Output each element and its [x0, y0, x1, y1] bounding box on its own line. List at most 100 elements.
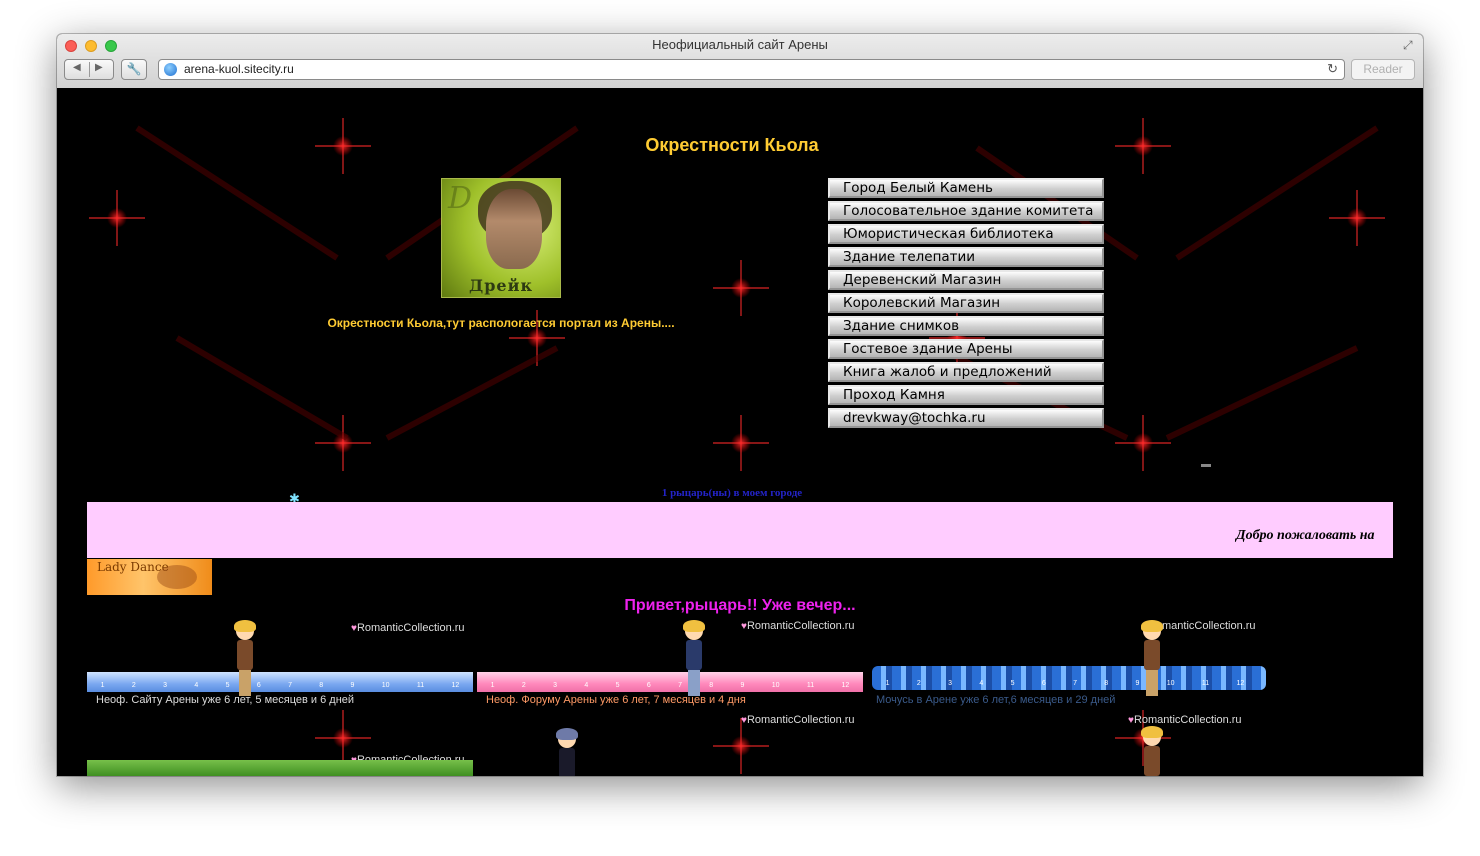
ruler-number: 10	[1166, 680, 1175, 687]
background-streak	[385, 345, 559, 441]
ruler-number: 10	[771, 682, 780, 689]
menu-item-committee-voting[interactable]: Голосовательное здание комитета	[828, 201, 1104, 221]
doll-figure	[1140, 726, 1164, 776]
doll-figure	[682, 620, 706, 698]
ruler-number: 1	[885, 680, 890, 687]
globe-icon	[164, 63, 177, 76]
browser-window: Неофициальный сайт Арены ⤢ ◀ ▶ 🔧 arena-k…	[57, 34, 1423, 776]
ruler-number: 7	[1073, 680, 1077, 687]
ruler-number: 4	[584, 682, 589, 689]
romantic-link[interactable]: ♥RomanticCollection.ru	[741, 714, 855, 726]
doll-figure	[555, 728, 579, 776]
reader-button[interactable]: Reader	[1351, 59, 1415, 80]
dancer-figure	[157, 565, 197, 589]
counter-widget-arena[interactable]: ♥RomanticCollection.ru 123456789101112 М…	[872, 614, 1266, 714]
menu-item-email[interactable]: drevkway@tochka.ru	[828, 408, 1104, 428]
avatar-monogram: D	[448, 181, 473, 216]
ruler-number: 9	[1135, 680, 1140, 687]
avatar-caption: Дрейк	[468, 276, 533, 295]
ruler-number: 11	[416, 682, 425, 689]
counter-text: Мочусь в Арене уже 6 лет,6 месяцев и 29 …	[876, 694, 1116, 706]
fullscreen-icon[interactable]: ⤢	[1403, 38, 1417, 52]
menu-item-royal-shop[interactable]: Королевский Магазин	[828, 293, 1104, 313]
nav-menu: Город Белый Камень Голосовательное здани…	[828, 178, 1104, 431]
doll-figure	[1140, 620, 1164, 698]
ruler-number: 5	[615, 682, 620, 689]
window-title: Неофициальный сайт Арены	[652, 37, 828, 52]
url-text: arena-kuol.sitecity.ru	[184, 62, 294, 76]
ruler-number: 3	[553, 682, 558, 689]
forward-arrow-icon[interactable]: ▶	[95, 62, 103, 73]
ruler-number: 5	[225, 682, 230, 689]
ruler-number: 1	[100, 682, 105, 689]
ruler-number: 12	[1236, 680, 1245, 687]
counter-widget-row2-middle[interactable]: ♥RomanticCollection.ru	[477, 710, 863, 776]
counter-text: Неоф. Форуму Арены уже 6 лет, 7 месяцев …	[486, 694, 746, 706]
ruler-number: 9	[740, 682, 745, 689]
ruler-number: 6	[256, 682, 261, 689]
romantic-link-label: RomanticCollection.ru	[1147, 620, 1256, 632]
menu-item-guestbook[interactable]: Гостевое здание Арены	[828, 339, 1104, 359]
wrench-icon[interactable]: 🔧	[121, 59, 147, 80]
counter-widget-site[interactable]: ♥RomanticCollection.ru 1 2 3 4 5 6 7 8 9 10 11 12 Н…	[87, 616, 473, 716]
nav-buttons: ◀ ▶	[64, 59, 114, 80]
address-bar[interactable]: arena-kuol.sitecity.ru ↻	[158, 59, 1345, 80]
intro-text: Окрестности Кьола,тут распологается порт…	[327, 316, 675, 330]
titlebar: Неофициальный сайт Арены ⤢ ◀ ▶ 🔧 arena-k…	[57, 34, 1423, 89]
page-content: Окрестности Кьола D Дрейк Окрестности Кь…	[57, 88, 1423, 776]
ruler-numbers: 1 2 3 4 5 6 7 8 9 10 11 12	[477, 682, 863, 689]
background-streak	[175, 335, 349, 441]
romantic-link-label: RomanticCollection.ru	[746, 714, 855, 726]
ruler-numbers: 1 2 3 4 5 6 7 8 9 10 11 12	[872, 680, 1258, 687]
grass-ruler-bar	[87, 760, 473, 776]
avatar-image: D Дрейк	[441, 178, 561, 298]
ruler-number: 11	[806, 682, 815, 689]
ruler-number: 2	[916, 680, 921, 687]
counter-text: Неоф. Сайту Арены уже 6 лет, 5 месяцев и…	[96, 694, 355, 706]
menu-item-village-shop[interactable]: Деревенский Магазин	[828, 270, 1104, 290]
menu-item-white-stone-city[interactable]: Город Белый Камень	[828, 178, 1104, 198]
ruler-number: 3	[948, 680, 953, 687]
ruler-number: 8	[709, 682, 714, 689]
ruler-number: 4	[194, 682, 199, 689]
avatar-face	[486, 189, 542, 269]
ruler-number: 3	[163, 682, 168, 689]
menu-item-stone-passage[interactable]: Проход Камня	[828, 385, 1104, 405]
doll-figure	[233, 620, 257, 698]
counter-widget-forum[interactable]: ♥RomanticCollection.ru 1 2 3 4 5 6 7 8 9 10 11 12 Н…	[477, 614, 863, 714]
ruler-number: 8	[319, 682, 324, 689]
menu-item-pictures[interactable]: Здание снимков	[828, 316, 1104, 336]
background-streak	[1165, 345, 1359, 441]
ruler-number: 6	[646, 682, 651, 689]
ruler-number: 7	[288, 682, 292, 689]
romantic-link[interactable]: ♥RomanticCollection.ru	[351, 622, 465, 634]
menu-item-complaints[interactable]: Книга жалоб и предложений	[828, 362, 1104, 382]
nav-separator	[89, 62, 90, 77]
marquee-text: Добро пожаловать на	[1236, 528, 1375, 543]
romantic-link[interactable]: ♥RomanticCollection.ru	[1128, 714, 1242, 726]
reload-icon[interactable]: ↻	[1327, 61, 1338, 77]
ruler-number: 8	[1104, 680, 1109, 687]
page-title: Окрестности Кьола	[645, 135, 819, 155]
romantic-link[interactable]: ♥RomanticCollection.ru	[741, 620, 855, 632]
ruler-number: 12	[841, 682, 850, 689]
ruler-number: 10	[381, 682, 390, 689]
ruler-number: 6	[1041, 680, 1046, 687]
ruler-number: 11	[1201, 680, 1210, 687]
menu-item-telepathy[interactable]: Здание телепатии	[828, 247, 1104, 267]
ruler-number: 4	[979, 680, 984, 687]
ruler-number: 12	[451, 682, 460, 689]
ruler-number: 5	[1010, 680, 1015, 687]
ruler-number: 9	[350, 682, 355, 689]
ruler-numbers: 1 2 3 4 5 6 7 8 9 10 11 12	[87, 682, 473, 689]
online-counter: 1 рыцарь(ны) в моем городе	[661, 487, 803, 499]
tiny-image	[1201, 464, 1211, 467]
lady-dance-banner[interactable]: Lady Dance	[87, 559, 212, 595]
back-arrow-icon[interactable]: ◀	[73, 62, 81, 73]
ruler-number: 2	[521, 682, 526, 689]
greeting-text: Привет,рыцарь!! Уже вечер...	[624, 597, 856, 614]
counter-widget-row2-left[interactable]: ♥RomanticCollection.ru	[87, 752, 473, 776]
menu-item-humor-library[interactable]: Юмористическая библиотека	[828, 224, 1104, 244]
counter-widget-row2-right[interactable]: ♥RomanticCollection.ru	[872, 710, 1258, 776]
romantic-link-label: RomanticCollection.ru	[356, 622, 465, 634]
